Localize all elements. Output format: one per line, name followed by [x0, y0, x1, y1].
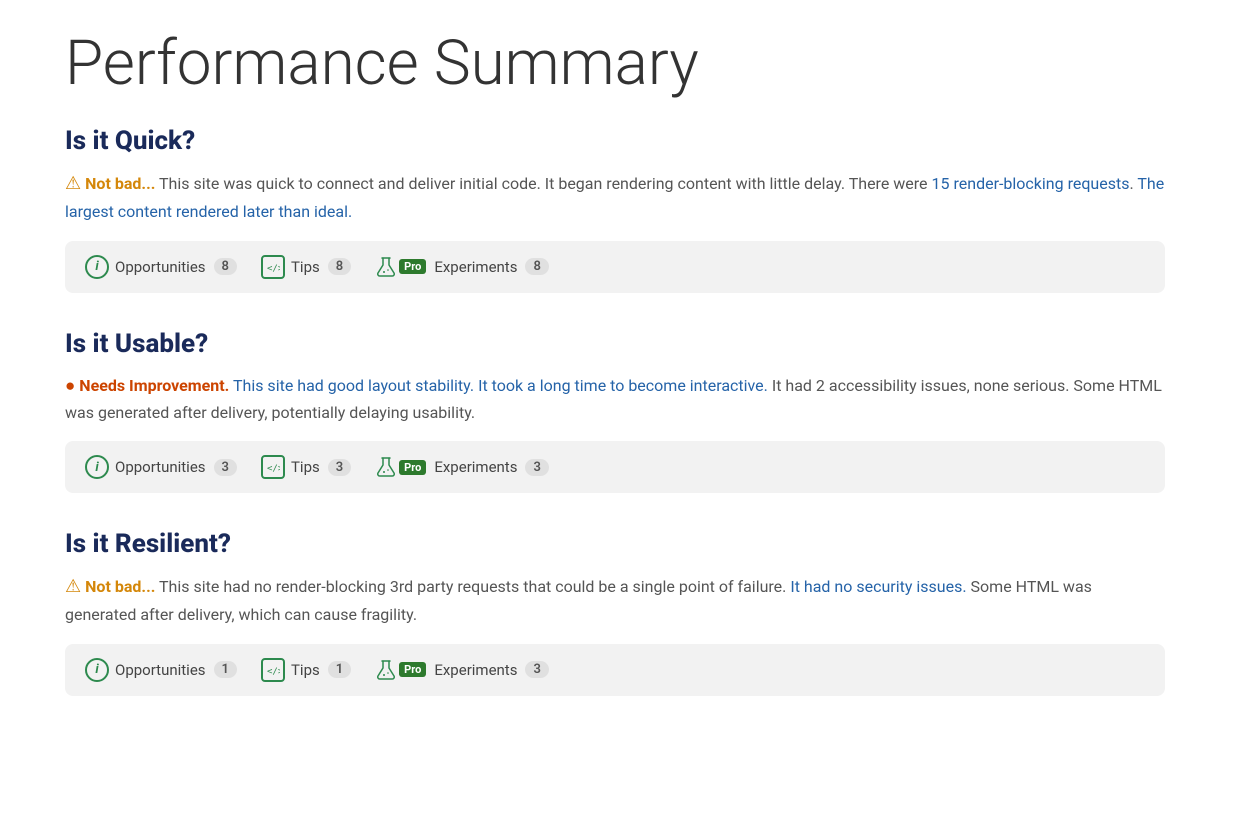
section-resilient: Is it Resilient? ⚠Not bad... This site h… [65, 529, 1184, 695]
status-label: Not bad... [85, 577, 155, 596]
badge-item-opportunities[interactable]: i Opportunities 8 [85, 255, 237, 279]
description-link: It took a long time to become interactiv… [478, 376, 768, 395]
section-description: ⚠Not bad... This site had no render-bloc… [65, 573, 1165, 627]
badge-count: 3 [525, 459, 548, 476]
description-text: This site was quick to connect and deliv… [155, 174, 931, 193]
badge-item-experiments[interactable]: Pro Experiments 8 [375, 256, 549, 278]
status-label: Needs Improvement. [79, 376, 229, 395]
badge-count: 1 [214, 661, 237, 678]
badge-item-opportunities[interactable]: i Opportunities 1 [85, 658, 237, 682]
badge-label: Opportunities [115, 458, 206, 476]
badge-label: Experiments [434, 258, 517, 276]
badge-count: 8 [214, 258, 237, 275]
experiments-icon: Pro [375, 659, 428, 681]
status-label: Not bad... [85, 174, 155, 193]
badge-count: 8 [328, 258, 351, 275]
badge-item-experiments[interactable]: Pro Experiments 3 [375, 659, 549, 681]
section-quick: Is it Quick? ⚠Not bad... This site was q… [65, 126, 1184, 292]
badge-label: Tips [291, 258, 320, 276]
badge-count: 3 [525, 661, 548, 678]
description-text: This site had no render-blocking 3rd par… [155, 577, 790, 596]
badge-count: 3 [214, 459, 237, 476]
opportunities-icon: i [85, 658, 109, 682]
section-usable: Is it Usable? ●Needs Improvement. This s… [65, 329, 1184, 494]
badge-item-tips[interactable]: </> Tips 1 [261, 658, 351, 682]
error-icon: ● [65, 376, 75, 396]
experiments-icon: Pro [375, 256, 428, 278]
badge-item-tips[interactable]: </> Tips 8 [261, 255, 351, 279]
badge-label: Opportunities [115, 661, 206, 679]
page-title: Performance Summary [65, 30, 1184, 98]
description-link: This site had good layout stability. [229, 376, 478, 395]
tips-icon: </> [261, 255, 285, 279]
badge-bar: i Opportunities 3 </> Tips 3 [65, 441, 1165, 493]
tips-icon: </> [261, 455, 285, 479]
badge-item-experiments[interactable]: Pro Experiments 3 [375, 456, 549, 478]
section-description: ⚠Not bad... This site was quick to conne… [65, 170, 1165, 224]
description-link: 15 render-blocking requests [932, 174, 1130, 193]
badge-bar: i Opportunities 8 </> Tips 8 [65, 241, 1165, 293]
pro-badge: Pro [399, 662, 426, 677]
section-heading: Is it Resilient? [65, 529, 1184, 559]
badge-label: Tips [291, 661, 320, 679]
pro-badge: Pro [399, 460, 426, 475]
section-heading: Is it Usable? [65, 329, 1184, 359]
warning-icon: ⚠ [65, 173, 81, 194]
badge-count: 8 [525, 258, 548, 275]
experiments-icon: Pro [375, 456, 428, 478]
opportunities-icon: i [85, 455, 109, 479]
badge-label: Tips [291, 458, 320, 476]
pro-badge: Pro [399, 259, 426, 274]
badge-item-tips[interactable]: </> Tips 3 [261, 455, 351, 479]
tips-icon: </> [261, 658, 285, 682]
badge-item-opportunities[interactable]: i Opportunities 3 [85, 455, 237, 479]
badge-count: 3 [328, 459, 351, 476]
badge-label: Opportunities [115, 258, 206, 276]
section-heading: Is it Quick? [65, 126, 1184, 156]
warning-icon: ⚠ [65, 576, 81, 597]
badge-label: Experiments [434, 661, 517, 679]
svg-text:</>: </> [267, 667, 280, 677]
svg-text:</>: </> [267, 464, 280, 474]
section-description: ●Needs Improvement. This site had good l… [65, 373, 1165, 426]
badge-count: 1 [328, 661, 351, 678]
description-link: It had no security issues. [790, 577, 966, 596]
opportunities-icon: i [85, 255, 109, 279]
badge-label: Experiments [434, 458, 517, 476]
svg-text:</>: </> [267, 264, 280, 274]
badge-bar: i Opportunities 1 </> Tips 1 [65, 644, 1165, 696]
